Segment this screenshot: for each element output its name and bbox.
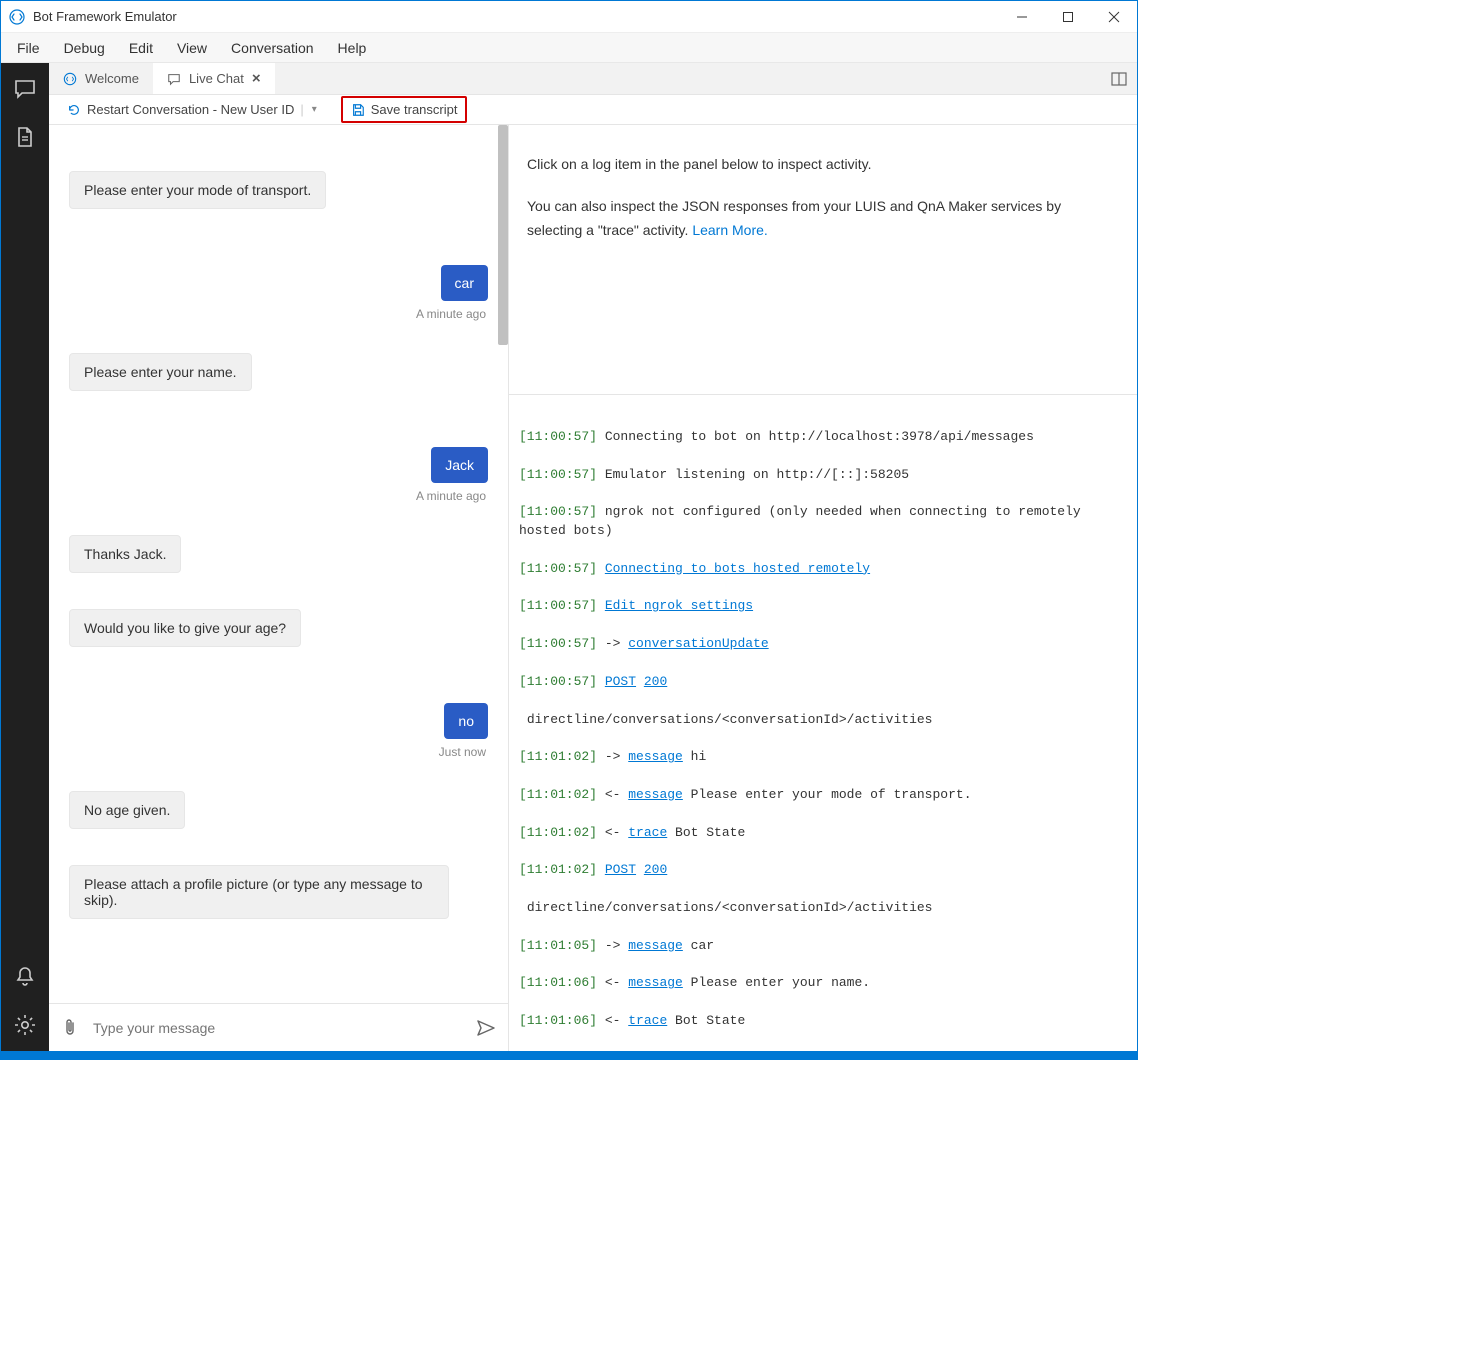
window-close-button[interactable]: [1091, 1, 1137, 33]
menu-edit[interactable]: Edit: [117, 36, 165, 60]
menu-conversation[interactable]: Conversation: [219, 36, 326, 60]
window-minimize-button[interactable]: [999, 1, 1045, 33]
log-link[interactable]: 200: [644, 862, 667, 877]
send-icon[interactable]: [476, 1019, 496, 1037]
log-line[interactable]: [11:00:57] Connecting to bot on http://l…: [519, 428, 1127, 447]
welcome-tab-icon: [63, 72, 77, 86]
tab-welcome-label: Welcome: [85, 71, 139, 86]
save-transcript-label: Save transcript: [371, 102, 458, 117]
log-link[interactable]: message: [628, 975, 683, 990]
menu-debug[interactable]: Debug: [52, 36, 117, 60]
bot-message[interactable]: Please enter your name.: [69, 353, 488, 391]
log-line[interactable]: [11:01:06] <- trace Bot State: [519, 1012, 1127, 1031]
log-line[interactable]: directline/conversations/<conversationId…: [519, 711, 1127, 730]
message-composer: [49, 1003, 508, 1051]
log-line[interactable]: [11:00:57] Connecting to bots hosted rem…: [519, 560, 1127, 579]
message-timestamp: A minute ago: [69, 307, 488, 321]
menu-view[interactable]: View: [165, 36, 219, 60]
bot-message[interactable]: Thanks Jack.: [69, 535, 488, 573]
log-link[interactable]: Connecting to bots hosted remotely: [605, 561, 870, 576]
log-link[interactable]: conversationUpdate: [628, 636, 768, 651]
inspector-text-1: Click on a log item in the panel below t…: [527, 153, 1119, 177]
chat-scrollbar[interactable]: [498, 125, 508, 1003]
tab-livechat[interactable]: Live Chat ×: [153, 63, 275, 94]
document-icon[interactable]: [13, 125, 37, 149]
status-bar: [1, 1051, 1137, 1059]
log-line[interactable]: directline/conversations/<conversationId…: [519, 899, 1127, 918]
chevron-down-icon[interactable]: ▾: [312, 104, 317, 115]
restart-label: Restart Conversation - New User ID: [87, 102, 294, 117]
restart-icon: [67, 103, 81, 117]
app-logo-icon: [9, 9, 25, 25]
log-line[interactable]: [11:00:57] ngrok not configured (only ne…: [519, 503, 1127, 541]
user-message[interactable]: no: [69, 703, 488, 739]
tab-welcome[interactable]: Welcome: [49, 63, 153, 94]
chat-scroll-area[interactable]: Please enter your mode of transport. car…: [49, 125, 508, 1003]
log-line[interactable]: [11:00:57] Edit ngrok settings: [519, 597, 1127, 616]
menubar: File Debug Edit View Conversation Help: [1, 33, 1137, 63]
livechat-tab-icon: [167, 72, 181, 86]
log-line[interactable]: [11:01:02] <- message Please enter your …: [519, 786, 1127, 805]
log-link[interactable]: message: [628, 938, 683, 953]
log-link[interactable]: 200: [644, 674, 667, 689]
chat-panel: Please enter your mode of transport. car…: [49, 125, 509, 1051]
bot-message[interactable]: No age given.: [69, 791, 488, 829]
split-panel-icon[interactable]: [1111, 71, 1127, 87]
conversation-toolbar: Restart Conversation - New User ID | ▾ S…: [49, 95, 1137, 125]
inspector-panel: Click on a log item in the panel below t…: [509, 125, 1137, 395]
user-message[interactable]: Jack: [69, 447, 488, 483]
window-title: Bot Framework Emulator: [33, 9, 999, 24]
message-timestamp: A minute ago: [69, 489, 488, 503]
bot-message[interactable]: Please attach a profile picture (or type…: [69, 865, 488, 919]
window-maximize-button[interactable]: [1045, 1, 1091, 33]
save-icon: [351, 103, 365, 117]
chat-icon[interactable]: [13, 77, 37, 101]
log-link[interactable]: Edit ngrok settings: [605, 598, 753, 613]
log-link[interactable]: message: [628, 749, 683, 764]
log-line[interactable]: [11:00:57] -> conversationUpdate: [519, 635, 1127, 654]
log-link[interactable]: trace: [628, 1013, 667, 1028]
bell-icon[interactable]: [13, 965, 37, 989]
gear-icon[interactable]: [13, 1013, 37, 1037]
inspector-text-2: You can also inspect the JSON responses …: [527, 195, 1119, 243]
bot-message[interactable]: Please enter your mode of transport.: [69, 171, 488, 209]
log-line[interactable]: [11:00:57] Emulator listening on http://…: [519, 466, 1127, 485]
menu-help[interactable]: Help: [326, 36, 379, 60]
log-line[interactable]: [11:01:02] POST 200: [519, 861, 1127, 880]
save-transcript-button[interactable]: Save transcript: [341, 96, 468, 123]
tabbar: Welcome Live Chat ×: [49, 63, 1137, 95]
titlebar: Bot Framework Emulator: [1, 1, 1137, 33]
menu-file[interactable]: File: [5, 36, 52, 60]
log-link[interactable]: trace: [628, 825, 667, 840]
tab-close-button[interactable]: ×: [252, 70, 261, 87]
log-line[interactable]: [11:01:02] -> message hi: [519, 748, 1127, 767]
user-message[interactable]: car: [69, 265, 488, 301]
log-link[interactable]: POST: [605, 862, 636, 877]
bot-message[interactable]: Would you like to give your age?: [69, 609, 488, 647]
log-link[interactable]: message: [628, 787, 683, 802]
log-line[interactable]: [11:00:57] POST 200: [519, 673, 1127, 692]
restart-conversation-button[interactable]: Restart Conversation - New User ID | ▾: [67, 102, 317, 117]
left-rail: [1, 63, 49, 1051]
message-timestamp: Just now: [69, 745, 488, 759]
log-link[interactable]: POST: [605, 674, 636, 689]
log-line[interactable]: [11:01:06] <- message Please enter your …: [519, 974, 1127, 993]
learn-more-link[interactable]: Learn More.: [692, 222, 767, 238]
log-panel[interactable]: [11:00:57] Connecting to bot on http://l…: [509, 395, 1137, 1051]
log-line[interactable]: [11:01:02] <- trace Bot State: [519, 824, 1127, 843]
log-line[interactable]: [11:01:05] -> message car: [519, 937, 1127, 956]
attach-icon[interactable]: [61, 1018, 79, 1038]
tab-livechat-label: Live Chat: [189, 71, 244, 86]
message-input[interactable]: [93, 1020, 462, 1036]
